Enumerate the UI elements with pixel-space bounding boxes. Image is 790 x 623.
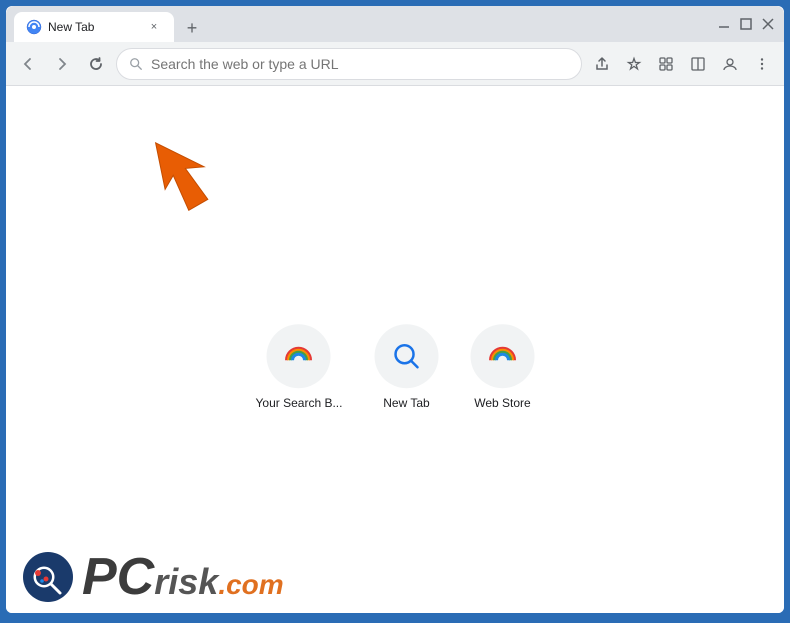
extensions-button[interactable] [652,50,680,78]
watermark: PC risk .com [22,551,284,603]
title-bar: New Tab × + [6,6,784,42]
page-content: Your Search B... New Tab [6,86,784,613]
tab-favicon [26,19,42,35]
menu-button[interactable] [748,50,776,78]
shortcut-label-web-store: Web Store [474,396,530,410]
reload-button[interactable] [82,50,110,78]
shortcut-icon-your-search [267,324,331,388]
address-input[interactable] [151,56,569,72]
watermark-text-group: PC risk .com [82,551,284,603]
shortcuts-grid: Your Search B... New Tab [256,324,535,410]
window-controls [716,16,776,32]
watermark-risk: risk [154,564,218,600]
toolbar-actions [588,50,776,78]
forward-button[interactable] [48,50,76,78]
bookmark-button[interactable] [620,50,648,78]
nav-bar [6,42,784,86]
tab-title: New Tab [48,20,140,34]
shortcut-label-new-tab: New Tab [383,396,429,410]
profile-button[interactable] [716,50,744,78]
shortcut-icon-new-tab [374,324,438,388]
share-button[interactable] [588,50,616,78]
minimize-icon[interactable] [716,16,732,32]
browser-window: New Tab × + [4,4,786,615]
tab-strip: New Tab × + [14,6,716,42]
back-button[interactable] [14,50,42,78]
address-search-icon [129,57,143,71]
maximize-icon[interactable] [738,16,754,32]
address-bar[interactable] [116,48,582,80]
new-tab-button[interactable]: + [178,14,206,42]
watermark-pc: PC [82,551,154,603]
shortcut-new-tab[interactable]: New Tab [374,324,438,410]
pcrisk-logo [22,551,74,603]
split-view-button[interactable] [684,50,712,78]
shortcut-label-your-search: Your Search B... [256,396,343,410]
shortcut-web-store[interactable]: Web Store [470,324,534,410]
tab-close-button[interactable]: × [146,19,162,35]
shortcut-icon-web-store [470,324,534,388]
arrow-annotation [151,134,241,229]
watermark-domain: .com [218,571,283,599]
shortcut-your-search[interactable]: Your Search B... [256,324,343,410]
active-tab[interactable]: New Tab × [14,12,174,42]
close-window-icon[interactable] [760,16,776,32]
